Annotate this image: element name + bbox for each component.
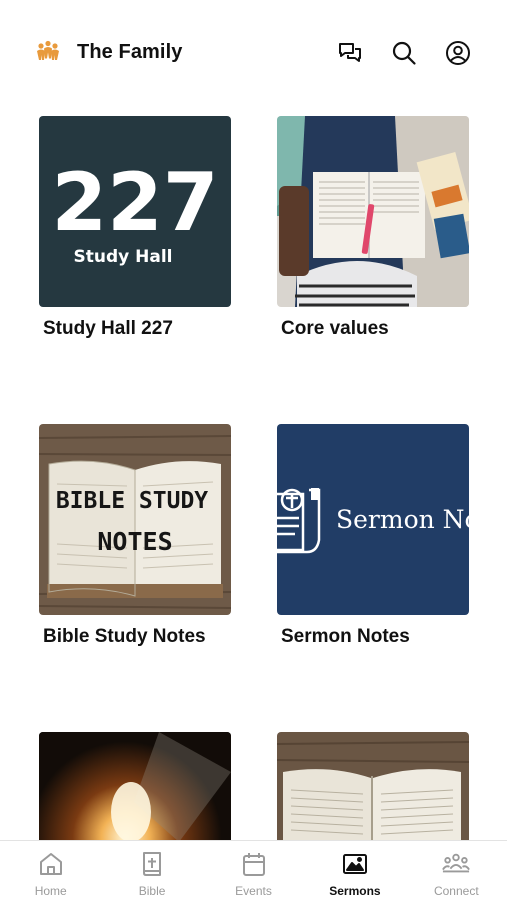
tab-connect[interactable]: Connect: [406, 841, 507, 900]
card-title: Study Hall 227: [43, 318, 173, 339]
tab-label: Home: [34, 884, 67, 898]
profile-icon[interactable]: [443, 38, 473, 68]
light-in-darkness-photo: [39, 732, 231, 840]
sermon-card[interactable]: [39, 732, 231, 840]
open-bible-photo: [277, 732, 469, 840]
tab-label: Sermons: [329, 884, 381, 898]
app-title: The Family: [77, 40, 183, 63]
sermon-card[interactable]: BIBLE STUDY NOTES Bible Study Notes: [39, 424, 231, 648]
tab-bible[interactable]: Bible: [101, 841, 202, 900]
card-title: Core values: [281, 318, 389, 339]
group-icon: [442, 850, 471, 878]
image-icon: [341, 850, 369, 878]
search-icon[interactable]: [389, 38, 419, 68]
sermon-card[interactable]: [277, 732, 469, 840]
tab-sermons[interactable]: Sermons: [304, 841, 405, 900]
tab-home[interactable]: Home: [0, 841, 101, 900]
sermon-notes-thumbnail: Sermon No: [277, 424, 469, 615]
tab-label: Events: [235, 884, 272, 898]
tab-label: Connect: [433, 884, 479, 898]
sermon-card[interactable]: Core values: [277, 116, 469, 340]
svg-text:227: 227: [52, 156, 219, 249]
sermon-grid: 227 Study Hall Study Hall 227 Core value…: [39, 116, 470, 840]
svg-text:BIBLE STUDY: BIBLE STUDY: [56, 488, 208, 514]
brand[interactable]: The Family: [34, 38, 182, 66]
svg-text:NOTES: NOTES: [97, 527, 172, 556]
sermon-card[interactable]: Sermon No Sermon Notes: [277, 424, 469, 648]
svg-text:Sermon No: Sermon No: [336, 505, 469, 534]
sermon-card[interactable]: 227 Study Hall Study Hall 227: [39, 116, 231, 340]
bible-icon: [138, 850, 166, 878]
chat-icon[interactable]: [335, 38, 365, 68]
tab-label: Bible: [138, 884, 166, 898]
calendar-icon: [240, 850, 268, 878]
header-actions: [335, 38, 473, 68]
bottom-tab-bar: Home Bible Events Sermons Connect: [0, 840, 507, 900]
status-bar: [0, 0, 507, 24]
study-hall-thumbnail: 227 Study Hall: [39, 116, 231, 307]
family-people-icon: [37, 40, 59, 60]
app-header: The Family: [0, 30, 507, 76]
home-icon: [37, 850, 65, 878]
card-title: Bible Study Notes: [43, 626, 206, 647]
bible-study-notes-thumbnail: BIBLE STUDY NOTES: [39, 424, 231, 615]
svg-text:Study Hall: Study Hall: [74, 247, 173, 267]
card-title: Sermon Notes: [281, 626, 410, 647]
tab-events[interactable]: Events: [203, 841, 304, 900]
open-bible-lap-photo: [277, 116, 469, 307]
